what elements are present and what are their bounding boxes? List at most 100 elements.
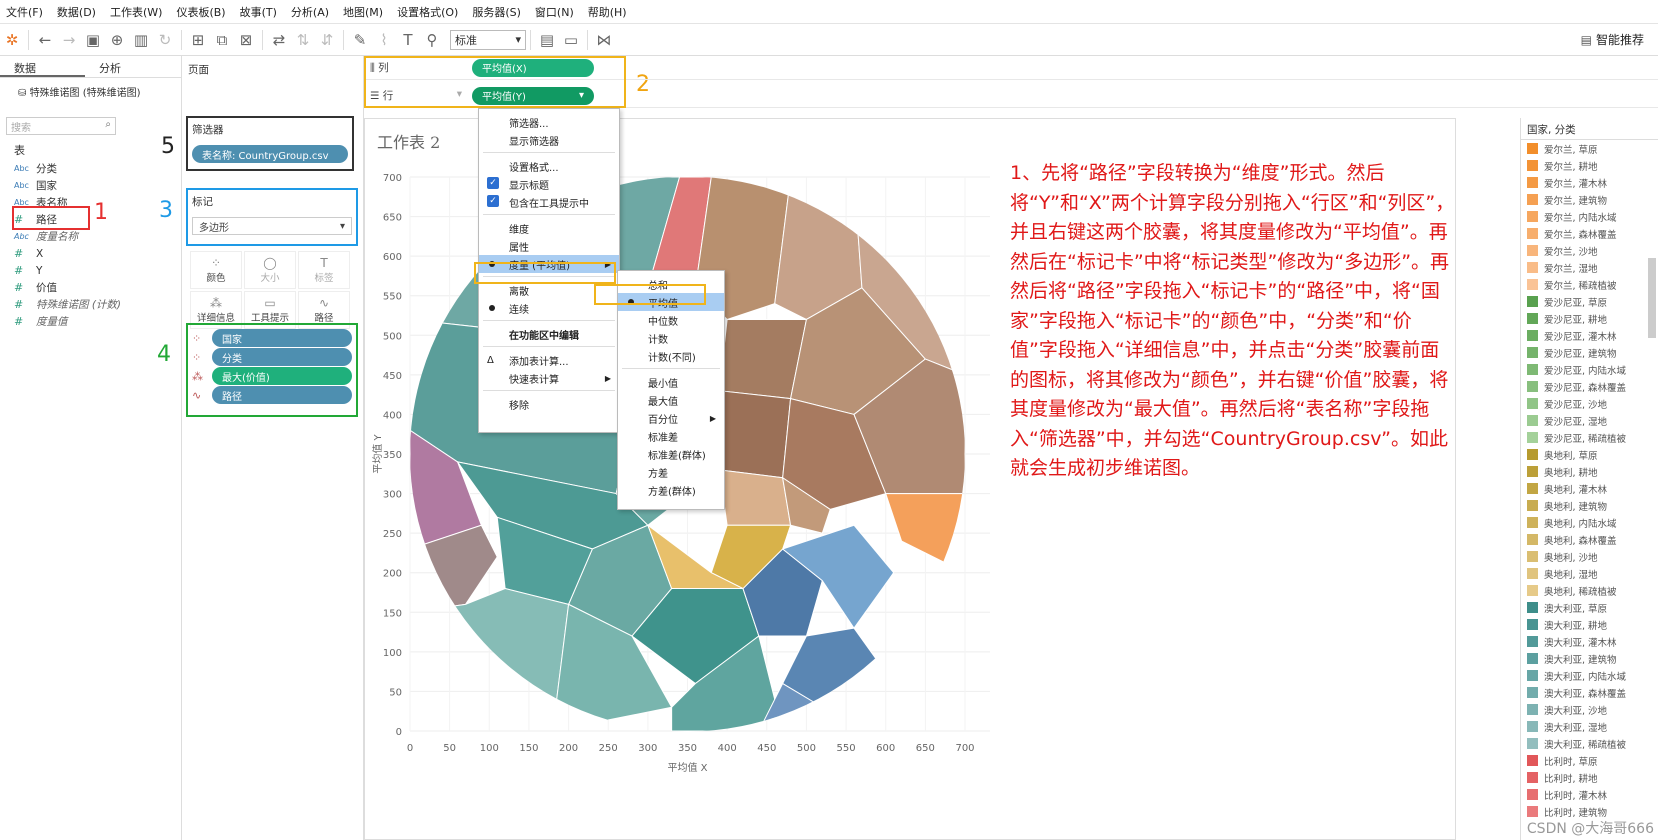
context-menu-item[interactable]: 在功能区中编辑 [479, 325, 619, 343]
refresh-icon[interactable]: ↻ [153, 28, 177, 52]
legend-item[interactable]: 奥地利, 草原 [1521, 446, 1658, 463]
legend-item[interactable]: 爱沙尼亚, 内陆水域 [1521, 361, 1658, 378]
field-item[interactable]: Abc 分类 [0, 160, 181, 177]
context-menu-item[interactable]: 标准差(群体) [618, 445, 724, 463]
legend-item[interactable]: 奥地利, 建筑物 [1521, 497, 1658, 514]
legend-item[interactable]: 爱沙尼亚, 森林覆盖 [1521, 378, 1658, 395]
legend-item[interactable]: 爱沙尼亚, 沙地 [1521, 395, 1658, 412]
legend-item[interactable]: 比利时, 草原 [1521, 752, 1658, 769]
legend-item[interactable]: 爱沙尼亚, 建筑物 [1521, 344, 1658, 361]
legend-item[interactable]: 比利时, 耕地 [1521, 769, 1658, 786]
marks-pill[interactable]: 最大(价值) [212, 367, 352, 385]
field-item[interactable]: # 特殊维诺图 (计数) [0, 296, 181, 313]
filter-pill[interactable]: 表名称: CountryGroup.csv [192, 145, 348, 163]
field-item[interactable]: # Y [0, 262, 181, 279]
context-menu-item[interactable]: 筛选器... [479, 113, 619, 131]
marks-pill-icon[interactable]: ⁂ [192, 370, 212, 383]
legend-item[interactable]: 奥地利, 稀疏植被 [1521, 582, 1658, 599]
datasource-name[interactable]: ⛁ 特殊维诺图 (特殊维诺图) [0, 78, 181, 105]
share-icon[interactable]: ⋈ [592, 28, 616, 52]
context-menu-item[interactable]: 最大值 [618, 391, 724, 409]
group-icon[interactable]: ⌇ [372, 28, 396, 52]
label-icon[interactable]: T [396, 28, 420, 52]
mark-button[interactable]: ⁘ 颜色 [190, 251, 242, 289]
legend-item[interactable]: 澳大利亚, 内陆水域 [1521, 667, 1658, 684]
forward-icon[interactable]: → [57, 28, 81, 52]
pause-icon[interactable]: ▥ [129, 28, 153, 52]
clear-sheet-icon[interactable]: ⊠ [234, 28, 258, 52]
context-menu-item[interactable]: 百分位 ▶ [618, 409, 724, 427]
save-icon[interactable]: ▣ [81, 28, 105, 52]
context-menu-item[interactable]: 中位数 [618, 311, 724, 329]
tab-data[interactable]: 数据 [0, 56, 85, 77]
legend-item[interactable]: 奥地利, 耕地 [1521, 463, 1658, 480]
field-item[interactable]: Abc 度量名称 [0, 228, 181, 245]
presentation-icon[interactable]: ▭ [559, 28, 583, 52]
legend-item[interactable]: 奥地利, 湿地 [1521, 565, 1658, 582]
marks-pill-icon[interactable]: ⁘ [192, 351, 212, 364]
context-menu-item[interactable]: 最小值 [618, 373, 724, 391]
context-menu-item[interactable]: 显示筛选器 [479, 131, 619, 149]
tab-analysis[interactable]: 分析 [85, 56, 170, 77]
sort-asc-icon[interactable]: ⇅ [291, 28, 315, 52]
context-menu-item[interactable]: ✓ 显示标题 [479, 175, 619, 193]
sort-desc-icon[interactable]: ⇵ [315, 28, 339, 52]
legend-item[interactable]: 爱尔兰, 森林覆盖 [1521, 225, 1658, 242]
field-item[interactable]: # 价值 [0, 279, 181, 296]
legend-item[interactable]: 澳大利亚, 建筑物 [1521, 650, 1658, 667]
legend-item[interactable]: 比利时, 灌木林 [1521, 786, 1658, 803]
legend-item[interactable]: 澳大利亚, 稀疏植被 [1521, 735, 1658, 752]
context-menu-item[interactable]: 方差 [618, 463, 724, 481]
highlight-icon[interactable]: ✎ [348, 28, 372, 52]
legend-scrollbar[interactable] [1648, 258, 1656, 338]
menu-item[interactable]: 分析(A) [291, 4, 329, 20]
menu-item[interactable]: 仪表板(B) [176, 4, 225, 20]
context-menu-item[interactable]: 计数(不同) [618, 347, 724, 365]
menu-item[interactable]: 文件(F) [6, 4, 43, 20]
legend-item[interactable]: 澳大利亚, 草原 [1521, 599, 1658, 616]
marks-pill[interactable]: 路径 [212, 386, 352, 404]
marks-pill-icon[interactable]: ⁘ [192, 332, 212, 345]
menu-item[interactable]: 设置格式(O) [397, 4, 458, 20]
context-menu-item[interactable]: Δ 添加表计算... [479, 351, 619, 369]
menu-item[interactable]: 故事(T) [240, 4, 277, 20]
legend-item[interactable]: 奥地利, 内陆水域 [1521, 514, 1658, 531]
legend-item[interactable]: 爱沙尼亚, 耕地 [1521, 310, 1658, 327]
legend-item[interactable]: 爱尔兰, 湿地 [1521, 259, 1658, 276]
mark-button[interactable]: ◯ 大小 [244, 251, 296, 289]
context-menu-item[interactable]: ✓ 包含在工具提示中 [479, 193, 619, 211]
legend-item[interactable]: 爱尔兰, 灌木林 [1521, 174, 1658, 191]
context-menu-item[interactable]: 快速表计算 ▶ [479, 369, 619, 387]
legend-item[interactable]: 爱沙尼亚, 稀疏植被 [1521, 429, 1658, 446]
legend-item[interactable]: 爱尔兰, 内陆水域 [1521, 208, 1658, 225]
swap-icon[interactable]: ⇄ [267, 28, 291, 52]
pin-icon[interactable]: ⚲ [420, 28, 444, 52]
back-icon[interactable]: ← [33, 28, 57, 52]
field-item[interactable]: # 度量值 [0, 313, 181, 330]
legend-item[interactable]: 澳大利亚, 湿地 [1521, 718, 1658, 735]
menu-item[interactable]: 数据(D) [57, 4, 96, 20]
menu-item[interactable]: 工作表(W) [110, 4, 162, 20]
legend-item[interactable]: 澳大利亚, 耕地 [1521, 616, 1658, 633]
context-menu-item[interactable]: 计数 [618, 329, 724, 347]
legend-item[interactable]: 爱尔兰, 沙地 [1521, 242, 1658, 259]
fit-select[interactable]: 标准 ▾ [450, 29, 526, 50]
legend-item[interactable]: 澳大利亚, 灌木林 [1521, 633, 1658, 650]
context-menu-item[interactable]: 标准差 [618, 427, 724, 445]
voronoi-cell[interactable] [718, 390, 792, 479]
menu-item[interactable]: 地图(M) [343, 4, 383, 20]
search-input[interactable]: 搜索 ⌕ [6, 117, 116, 135]
menu-item[interactable]: 服务器(S) [472, 4, 521, 20]
context-menu-item[interactable]: 设置格式... [479, 157, 619, 175]
show-cards-icon[interactable]: ▤ [535, 28, 559, 52]
menu-item[interactable]: 窗口(N) [535, 4, 574, 20]
context-menu-item[interactable]: 方差(群体) [618, 481, 724, 499]
context-menu-item[interactable]: 移除 [479, 395, 619, 413]
menu-item[interactable]: 帮助(H) [588, 4, 627, 20]
context-menu-item[interactable]: 属性 [479, 237, 619, 255]
context-menu-item[interactable]: 维度 [479, 219, 619, 237]
new-datasource-icon[interactable]: ⊕ [105, 28, 129, 52]
duplicate-sheet-icon[interactable]: ⧉ [210, 28, 234, 52]
legend-item[interactable]: 爱尔兰, 耕地 [1521, 157, 1658, 174]
legend-item[interactable]: 奥地利, 森林覆盖 [1521, 531, 1658, 548]
